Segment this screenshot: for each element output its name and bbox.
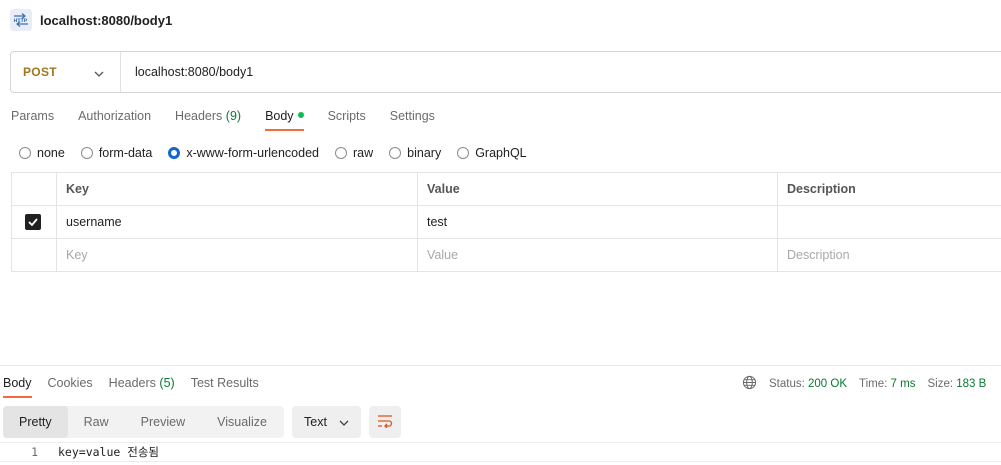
row-checkbox-cell — [11, 205, 57, 239]
radio-graphql[interactable]: GraphQL — [457, 146, 527, 160]
status-label: Status: — [769, 378, 805, 390]
view-tab-visualize[interactable]: Visualize — [201, 406, 283, 438]
format-label: Text — [304, 415, 327, 429]
tab-label: Authorization — [78, 109, 152, 123]
response-status-area: Status: 200 OK Time: 7 ms Size: 183 B — [742, 375, 998, 393]
tab-label: Params — [11, 109, 55, 123]
headers-count: (9) — [225, 109, 242, 123]
radio-x-www-form-urlencoded[interactable]: x-www-form-urlencoded — [168, 146, 319, 160]
time-label: Time: — [859, 378, 888, 390]
tab-settings[interactable]: Settings — [390, 106, 435, 130]
checkbox-header — [11, 172, 57, 206]
check-icon — [28, 218, 38, 226]
key-cell[interactable]: username — [56, 205, 418, 239]
description-input[interactable]: Description — [777, 238, 1001, 272]
wrap-lines-icon — [377, 414, 393, 431]
view-tab-preview[interactable]: Preview — [125, 406, 201, 438]
response-tab-cookies[interactable]: Cookies — [48, 373, 93, 397]
tab-label: Headers — [175, 109, 223, 123]
response-tabs: Body Cookies Headers (5) Test Results — [3, 373, 259, 398]
url-bar: POST localhost:8080/body1 — [10, 51, 1001, 93]
radio-circle[interactable] — [457, 147, 470, 159]
radio-circle[interactable] — [80, 147, 93, 159]
request-title[interactable]: localhost:8080/body1 — [40, 13, 172, 28]
response-tab-headers[interactable]: Headers (5) — [109, 373, 175, 397]
response-tab-test-results[interactable]: Test Results — [191, 373, 259, 397]
url-input[interactable]: localhost:8080/body1 — [121, 65, 253, 79]
method-label: POST — [23, 65, 57, 79]
svg-text:HTTP: HTTP — [14, 18, 28, 24]
radio-circle[interactable] — [19, 147, 31, 159]
http-request-icon: HTTP — [10, 9, 32, 31]
tab-scripts[interactable]: Scripts — [328, 106, 366, 130]
method-select[interactable]: POST — [11, 52, 121, 92]
tab-label: Headers — [108, 376, 156, 390]
response-time[interactable]: Time: 7 ms — [859, 378, 915, 390]
time-value: 7 ms — [890, 378, 916, 390]
row-checkbox[interactable] — [25, 214, 41, 230]
size-value: 183 B — [956, 378, 987, 390]
response-headers-count: (5) — [159, 376, 175, 390]
tab-headers[interactable]: Headers (9) — [175, 106, 241, 130]
radio-binary[interactable]: binary — [389, 146, 441, 160]
tab-label: Body — [265, 109, 294, 123]
radio-none[interactable]: none — [19, 146, 65, 160]
radio-label: GraphQL — [475, 146, 527, 160]
globe-icon[interactable] — [742, 375, 757, 393]
radio-circle-checked[interactable] — [168, 147, 181, 159]
empty-checkbox-cell — [11, 238, 57, 272]
status-value: 200 OK — [808, 378, 848, 390]
key-input[interactable]: Key — [56, 238, 418, 272]
tab-body[interactable]: Body — [265, 106, 304, 131]
response-divider[interactable] — [0, 365, 1001, 366]
radio-label: raw — [353, 146, 374, 160]
code-line: key=value 전송됨 — [58, 445, 159, 459]
request-tabs: Params Authorization Headers (9) Body Sc… — [11, 106, 435, 131]
radio-form-data[interactable]: form-data — [80, 146, 153, 160]
params-table: Key Value Description username test Key … — [11, 172, 1001, 272]
description-cell[interactable] — [777, 205, 1001, 239]
radio-label: binary — [407, 146, 442, 160]
tab-label: Scripts — [327, 109, 366, 123]
chevron-down-icon — [339, 415, 349, 429]
value-cell[interactable]: test — [417, 205, 778, 239]
table-row: username test — [11, 205, 1001, 239]
radio-circle[interactable] — [389, 147, 402, 159]
response-size[interactable]: Size: 183 B — [927, 378, 986, 390]
tab-authorization[interactable]: Authorization — [78, 106, 151, 130]
value-input[interactable]: Value — [417, 238, 778, 272]
body-type-options: none form-data x-www-form-urlencoded raw… — [19, 144, 527, 162]
response-tab-body[interactable]: Body — [3, 373, 32, 398]
tab-label: Settings — [389, 109, 435, 123]
column-header-description: Description — [777, 172, 1001, 206]
line-number: 1 — [31, 445, 38, 459]
response-view-tabs: Pretty Raw Preview Visualize — [3, 406, 284, 438]
tab-label: Cookies — [47, 376, 93, 390]
view-tab-raw[interactable]: Raw — [68, 406, 125, 438]
tab-params[interactable]: Params — [11, 106, 54, 130]
tab-label: Body — [3, 376, 32, 390]
response-body-viewer[interactable]: 1 key=value 전송됨 — [0, 442, 1001, 462]
wrap-lines-button[interactable] — [369, 406, 401, 438]
radio-label: form-data — [98, 146, 153, 160]
size-label: Size: — [927, 378, 954, 390]
tab-label: Test Results — [190, 376, 259, 390]
format-select[interactable]: Text — [292, 406, 361, 438]
radio-label: none — [37, 146, 65, 160]
column-header-key: Key — [56, 172, 418, 206]
status-code[interactable]: Status: 200 OK — [769, 378, 847, 390]
table-row-new: Key Value Description — [11, 238, 1001, 272]
chevron-down-icon — [94, 65, 104, 80]
request-title-bar: HTTP localhost:8080/body1 — [10, 8, 172, 32]
table-header-row: Key Value Description — [11, 172, 1001, 206]
column-header-value: Value — [417, 172, 778, 206]
view-tab-pretty[interactable]: Pretty — [3, 406, 68, 438]
radio-circle[interactable] — [335, 147, 347, 159]
body-active-dot — [297, 112, 304, 118]
radio-raw[interactable]: raw — [335, 146, 373, 160]
radio-label: x-www-form-urlencoded — [186, 146, 319, 160]
